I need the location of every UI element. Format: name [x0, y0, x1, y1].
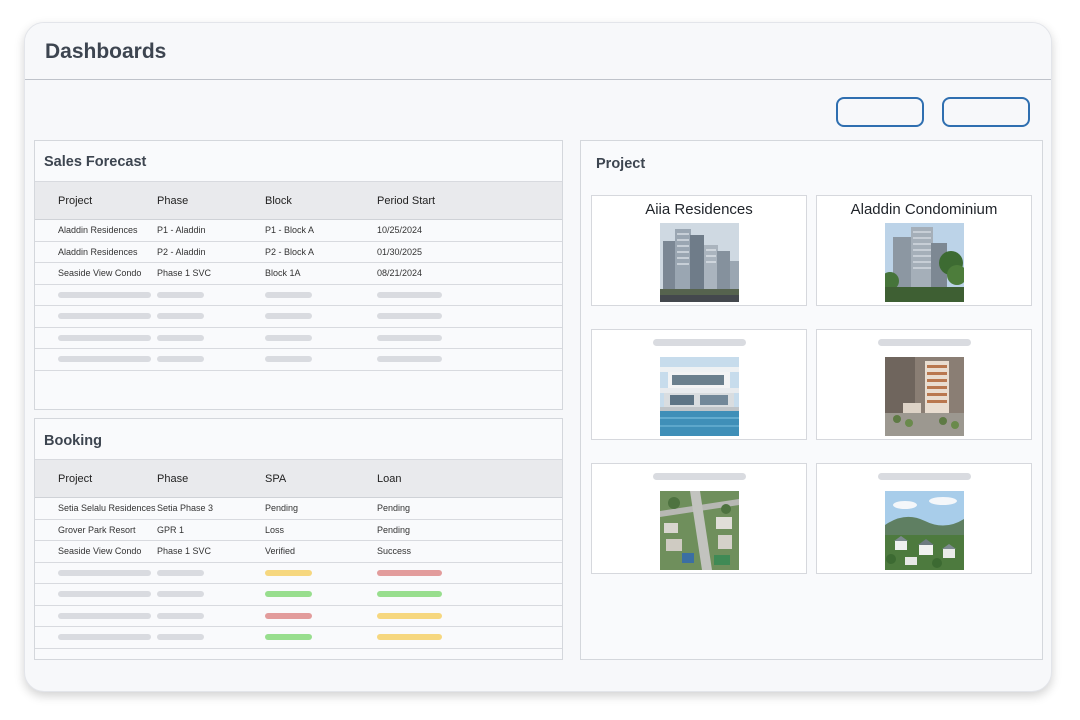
placeholder-row	[35, 305, 562, 328]
booking-table: Project Phase SPA Loan Setia Selalu Resi…	[35, 459, 562, 649]
placeholder-row	[35, 348, 562, 371]
column-header-phase[interactable]: Phase	[157, 459, 265, 498]
cell-block: P2 - Block A	[265, 241, 377, 263]
cell-spa: Loss	[265, 519, 377, 541]
building-model-photo	[885, 357, 964, 436]
sales-forecast-table: Project Phase Block Period Start Aladdin…	[35, 181, 562, 371]
cell-period-start: 01/30/2025	[377, 241, 562, 263]
table-row[interactable]: Setia Selalu Residences Setia Phase 3 Pe…	[35, 497, 562, 520]
cell-project: Seaside View Condo	[35, 262, 157, 285]
project-card[interactable]: Aiia Residences	[591, 195, 807, 306]
column-header-block[interactable]: Block	[265, 181, 377, 220]
table-row[interactable]: Aladdin Residences P1 - Aladdin P1 - Blo…	[35, 219, 562, 242]
table-row[interactable]: Seaside View Condo Phase 1 SVC Block 1A …	[35, 262, 562, 285]
toolbar-button-1[interactable]	[836, 97, 924, 127]
card-title-placeholder	[878, 473, 971, 480]
dashboard-window: Dashboards Sales Forecast Project Phase …	[24, 22, 1052, 692]
table-header-row: Project Phase Block Period Start	[35, 181, 562, 220]
cell-block: P1 - Block A	[265, 219, 377, 242]
project-card[interactable]	[816, 463, 1032, 574]
condominium-tower-photo	[885, 223, 964, 302]
table-row[interactable]: Aladdin Residences P2 - Aladdin P2 - Blo…	[35, 241, 562, 263]
booking-panel: Booking Project Phase SPA Loan Setia Sel…	[34, 418, 563, 660]
project-card-title: Aiia Residences	[645, 201, 753, 218]
sales-forecast-title: Sales Forecast	[44, 154, 147, 170]
cell-project: Aladdin Residences	[35, 241, 157, 263]
card-title-placeholder	[653, 473, 746, 480]
placeholder-row	[35, 562, 562, 584]
column-header-loan[interactable]: Loan	[377, 459, 562, 498]
cell-loan: Pending	[377, 519, 562, 541]
column-header-period-start[interactable]: Period Start	[377, 181, 562, 220]
placeholder-row	[35, 327, 562, 349]
table-header-row: Project Phase SPA Loan	[35, 459, 562, 498]
sales-forecast-panel: Sales Forecast Project Phase Block Perio…	[34, 140, 563, 410]
cell-block: Block 1A	[265, 262, 377, 285]
project-card[interactable]	[591, 329, 807, 440]
cell-project: Grover Park Resort	[35, 519, 157, 541]
project-card[interactable]	[591, 463, 807, 574]
cell-phase: Phase 1 SVC	[157, 262, 265, 285]
column-header-project[interactable]: Project	[35, 459, 157, 498]
cell-phase: Setia Phase 3	[157, 497, 265, 520]
table-row[interactable]: Grover Park Resort GPR 1 Loss Pending	[35, 519, 562, 541]
toolbar-button-2[interactable]	[942, 97, 1030, 127]
aerial-township-photo	[660, 491, 739, 570]
cell-period-start: 08/21/2024	[377, 262, 562, 285]
booking-title: Booking	[44, 433, 102, 449]
page-title: Dashboards	[45, 40, 167, 63]
cell-phase: GPR 1	[157, 519, 265, 541]
cell-loan: Pending	[377, 497, 562, 520]
cell-phase: P1 - Aladdin	[157, 219, 265, 242]
villa-pool-photo	[660, 357, 739, 436]
cell-project: Setia Selalu Residences	[35, 497, 157, 520]
project-card[interactable]: Aladdin Condominium	[816, 195, 1032, 306]
cell-spa: Pending	[265, 497, 377, 520]
placeholder-row	[35, 284, 562, 306]
placeholder-row	[35, 605, 562, 627]
table-row[interactable]: Seaside View Condo Phase 1 SVC Verified …	[35, 540, 562, 563]
column-header-spa[interactable]: SPA	[265, 459, 377, 498]
cell-loan: Success	[377, 540, 562, 563]
project-title: Project	[596, 156, 646, 172]
column-header-phase[interactable]: Phase	[157, 181, 265, 220]
cell-spa: Verified	[265, 540, 377, 563]
project-card[interactable]	[816, 329, 1032, 440]
cell-period-start: 10/25/2024	[377, 219, 562, 242]
project-panel: Project Aiia Residences Aladdin Condomin…	[580, 140, 1043, 660]
hillside-houses-photo	[885, 491, 964, 570]
cell-project: Aladdin Residences	[35, 219, 157, 242]
placeholder-row	[35, 626, 562, 649]
high-rise-towers-photo	[660, 223, 739, 302]
project-card-title: Aladdin Condominium	[850, 201, 998, 218]
cell-phase: Phase 1 SVC	[157, 540, 265, 563]
cell-phase: P2 - Aladdin	[157, 241, 265, 263]
card-title-placeholder	[653, 339, 746, 346]
cell-project: Seaside View Condo	[35, 540, 157, 563]
card-title-placeholder	[878, 339, 971, 346]
column-header-project[interactable]: Project	[35, 181, 157, 220]
placeholder-row	[35, 583, 562, 606]
page-header: Dashboards	[25, 23, 1051, 80]
